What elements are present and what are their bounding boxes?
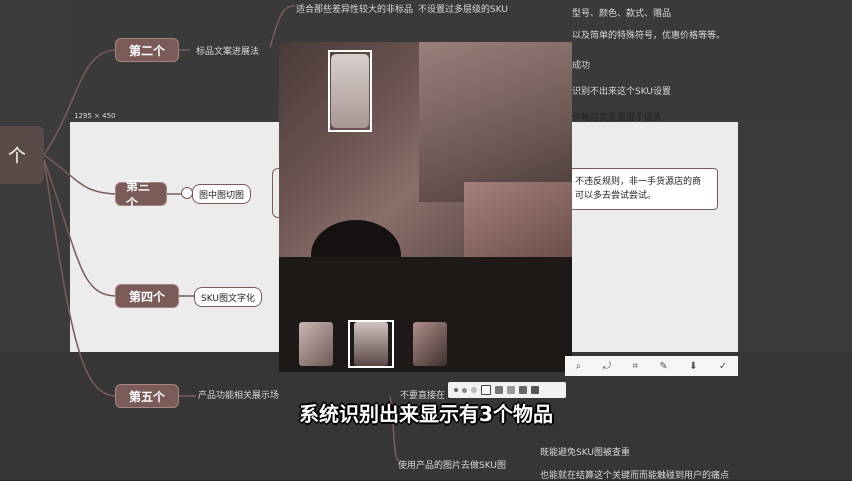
- photo-dark-object: [311, 220, 401, 257]
- detection-box-icon[interactable]: [328, 50, 372, 132]
- image-recognition-window: [279, 42, 572, 372]
- photo-desk-region: [419, 42, 572, 202]
- color-swatch-3[interactable]: [507, 386, 515, 394]
- undo-icon[interactable]: ⤾: [603, 361, 611, 372]
- color-swatch-2[interactable]: [495, 386, 503, 394]
- dot-small-icon[interactable]: [454, 388, 458, 392]
- thumbnail-3[interactable]: [413, 322, 447, 366]
- branch-text-bottom3: 既能避免SKU图被查重: [540, 448, 630, 458]
- node-cut-image[interactable]: 图中图切图: [192, 184, 252, 204]
- branch-text-top1: 适合那些差异性较大的非标品: [296, 5, 414, 15]
- branch-text-bottom2: 使用产品的图片去做SKU图: [398, 461, 506, 471]
- branch-text-top2: 不设置过多层级的SKU: [418, 5, 508, 15]
- download-icon[interactable]: ⬇: [689, 361, 697, 372]
- search-icon[interactable]: ⌕: [576, 361, 582, 372]
- branch-text-side1: 成功: [572, 61, 591, 71]
- callout-box: 不违反规则，非一手货源店的商可以多去尝试尝试。: [566, 168, 718, 210]
- branch-text-side2: 识别不出来这个SKU设置: [572, 87, 671, 97]
- branch-text-top3: 型号、颜色、款式、赠品: [572, 9, 672, 19]
- confirm-icon[interactable]: ✓: [719, 361, 727, 372]
- node-fourth[interactable]: 第四个: [115, 284, 179, 308]
- grid-icon[interactable]: ⌗: [632, 361, 638, 372]
- thumbnail-1[interactable]: [299, 322, 333, 366]
- color-swatch-4[interactable]: [519, 386, 527, 394]
- main-photo: [279, 42, 572, 257]
- screenshot-toolbar: ⌕ ⤾ ⌗ ✎ ⬇ ✓: [565, 356, 738, 376]
- node-third[interactable]: 第三个: [115, 179, 167, 210]
- photo-box-object: [464, 182, 572, 257]
- annotation-toolbar: [448, 382, 566, 398]
- pen-icon[interactable]: ✎: [659, 361, 667, 372]
- dot-medium-icon[interactable]: [462, 387, 467, 393]
- root-node-label: 个: [8, 146, 26, 167]
- dot-large-icon[interactable]: [471, 387, 477, 393]
- branch-text-second: 标品文案进展法: [196, 47, 260, 57]
- dimension-label: 1295 × 450: [74, 112, 116, 120]
- node-second[interactable]: 第二个: [115, 38, 179, 62]
- video-subtitle: 系统识别出来显示有3个物品: [299, 402, 553, 426]
- branch-text-bottom4: 也能就在结算这个关键而而能触碰到用户的痛点: [540, 471, 730, 481]
- color-swatch-1[interactable]: [481, 385, 491, 395]
- color-swatch-5[interactable]: [531, 386, 539, 394]
- node-sku-text[interactable]: SKU图文字化: [194, 287, 262, 307]
- root-node[interactable]: 个: [0, 126, 44, 184]
- branch-text-top4: 以及简单的特殊符号，优惠价格等等。: [572, 31, 726, 41]
- thumbnail-selected-frame-icon: [348, 320, 394, 368]
- branch-text-side3: 价格过高反而得不偿失: [572, 113, 663, 123]
